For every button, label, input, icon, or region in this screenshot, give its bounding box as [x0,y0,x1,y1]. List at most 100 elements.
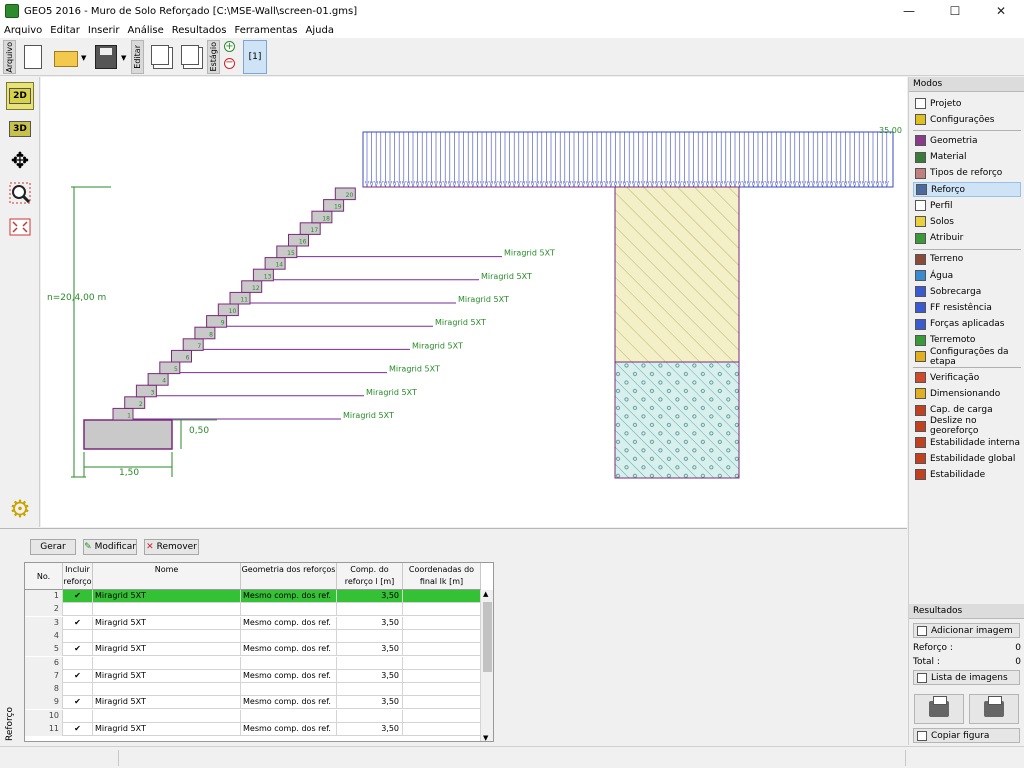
cell-no[interactable]: 9 [25,696,63,710]
cell-length[interactable] [337,683,403,697]
image-list-button[interactable]: Lista de imagens [913,670,1020,685]
cell-name[interactable]: Miragrid 5XT [93,696,241,710]
close-button[interactable]: ✕ [978,0,1024,22]
cell-length[interactable]: 3,50 [337,616,403,630]
cell-length[interactable]: 3,50 [337,723,403,736]
mode-reinforcement-types[interactable]: Tipos de reforço [913,166,1021,181]
toolbar-tab-file[interactable]: Arquivo [3,40,16,74]
print-button[interactable] [914,694,964,724]
cell-no[interactable]: 2 [25,603,63,617]
cell-name[interactable] [93,656,241,670]
mode-gear[interactable]: Configurações [913,112,1021,127]
cell-length[interactable]: 3,50 [337,669,403,683]
new-file-icon[interactable] [24,45,42,69]
cell-no[interactable]: 8 [25,683,63,697]
cell-length[interactable] [337,656,403,670]
table-scrollbar[interactable]: ▲ ▼ [480,590,493,741]
mode-applied-forces[interactable]: Forças aplicadas [913,317,1021,332]
cell-end[interactable] [403,683,481,697]
table-row[interactable]: 10 [25,709,481,723]
cell-name[interactable] [93,709,241,723]
mode-reinforcement[interactable]: Reforço [913,182,1021,197]
drawing-canvas[interactable]: 35,00 1 2 3 4 5 6 7 8 9 10 11 12 13 14 15 16 17 18 19 20 Mira… [41,77,907,527]
cell-length[interactable] [337,629,403,643]
cell-geometry[interactable]: Mesmo comp. dos ref. [241,590,337,603]
table-row[interactable]: 6 [25,656,481,670]
remove-stage-icon[interactable]: − [224,58,235,69]
table-row[interactable]: 4 [25,629,481,643]
cell-name[interactable]: Miragrid 5XT [93,616,241,630]
minimize-button[interactable]: — [886,0,932,22]
table-row[interactable]: 11 ✔ Miragrid 5XT Mesmo comp. dos ref. 3,50 [25,723,481,736]
mode-front-face-resistance[interactable]: FF resistência [913,300,1021,315]
toolbar-tab-stage[interactable]: Estágio [207,40,220,74]
menu-editar[interactable]: Editar [50,25,80,36]
cell-end[interactable] [403,669,481,683]
zoom-extents-icon[interactable] [6,213,34,241]
scroll-up-icon[interactable]: ▲ [483,590,488,598]
cell-no[interactable]: 7 [25,669,63,683]
view-2d-button[interactable]: 2D [6,82,34,110]
cell-name[interactable] [93,629,241,643]
print-setup-button[interactable] [969,694,1019,724]
mode-soils[interactable]: Solos [913,214,1021,229]
scroll-down-icon[interactable]: ▼ [483,734,488,741]
table-row[interactable]: 2 [25,603,481,617]
cell-length[interactable]: 3,50 [337,643,403,657]
cell-geometry[interactable] [241,683,337,697]
mode-sliding[interactable]: Deslize no georeforço [913,416,1021,436]
settings-gear-icon[interactable]: ⚙ [6,495,34,523]
table-row[interactable]: 7 ✔ Miragrid 5XT Mesmo comp. dos ref. 3,50 [25,669,481,683]
cell-end[interactable] [403,723,481,736]
cell-geometry[interactable]: Mesmo comp. dos ref. [241,696,337,710]
menu-analise[interactable]: Análise [128,25,164,36]
table-scrollbar-thumb[interactable] [483,602,492,672]
cell-geometry[interactable] [241,656,337,670]
bottom-tab-reforco[interactable]: Reforço [4,533,18,745]
cell-name[interactable]: Miragrid 5XT [93,723,241,736]
mode-global-stability[interactable]: Estabilidade global [913,451,1021,466]
menu-arquivo[interactable]: Arquivo [4,25,42,36]
zoom-icon[interactable] [6,179,34,207]
mode-internal-stability[interactable]: Estabilidade interna [913,435,1021,450]
cell-end[interactable] [403,629,481,643]
mode-stability[interactable]: Estabilidade [913,467,1021,482]
cell-end[interactable] [403,696,481,710]
cell-geometry[interactable] [241,709,337,723]
cell-no[interactable]: 1 [25,590,63,603]
mode-profile[interactable]: Perfil [913,198,1021,213]
save-dropdown-icon[interactable]: ▼ [121,54,126,62]
cell-length[interactable]: 3,50 [337,696,403,710]
toolbar-tab-edit[interactable]: Editar [131,40,144,74]
cell-include[interactable]: ✔ [63,643,93,657]
table-row[interactable]: 3 ✔ Miragrid 5XT Mesmo comp. dos ref. 3,50 [25,616,481,630]
paste-data-icon[interactable] [181,45,199,65]
maximize-button[interactable]: ☐ [932,0,978,22]
menu-resultados[interactable]: Resultados [172,25,227,36]
cell-end[interactable] [403,709,481,723]
open-dropdown-icon[interactable]: ▼ [81,54,86,62]
cell-geometry[interactable] [241,629,337,643]
cell-name[interactable]: Miragrid 5XT [93,590,241,603]
cell-geometry[interactable]: Mesmo comp. dos ref. [241,616,337,630]
menu-ajuda[interactable]: Ajuda [306,25,334,36]
open-folder-icon[interactable] [54,51,78,67]
cell-include[interactable]: ✔ [63,590,93,603]
cell-geometry[interactable]: Mesmo comp. dos ref. [241,643,337,657]
cell-include[interactable]: ✔ [63,723,93,736]
cell-end[interactable] [403,616,481,630]
cell-name[interactable] [93,603,241,617]
remove-button[interactable]: ✕ Remover [144,539,199,555]
table-row[interactable]: 1 ✔ Miragrid 5XT Mesmo comp. dos ref. 3,50 [25,590,481,603]
mode-stage-settings[interactable]: Configurações da etapa [913,347,1021,367]
table-row[interactable]: 8 [25,683,481,697]
cell-end[interactable] [403,656,481,670]
cell-name[interactable]: Miragrid 5XT [93,669,241,683]
cell-name[interactable]: Miragrid 5XT [93,643,241,657]
cell-no[interactable]: 4 [25,629,63,643]
move-icon[interactable]: ✥ [6,147,34,175]
mode-water[interactable]: Água [913,268,1021,283]
menu-ferramentas[interactable]: Ferramentas [234,25,297,36]
cell-geometry[interactable]: Mesmo comp. dos ref. [241,669,337,683]
mode-project[interactable]: Projeto [913,96,1021,111]
